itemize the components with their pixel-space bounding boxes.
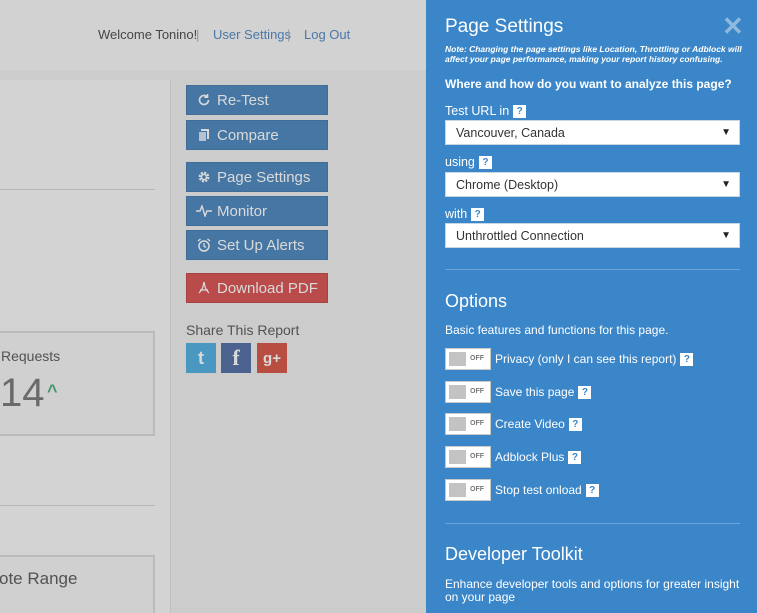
toggle-state: OFF	[470, 453, 484, 460]
adblock-toggle[interactable]: OFF	[445, 446, 491, 468]
save-page-toggle[interactable]: OFF	[445, 381, 491, 403]
browser-value: Chrome (Desktop)	[456, 177, 559, 192]
chevron-down-icon: ▼	[721, 127, 731, 138]
toggle-knob	[449, 483, 466, 497]
using-label: using?	[445, 155, 492, 170]
toggle-state: OFF	[470, 420, 484, 427]
stop-onload-toggle[interactable]: OFF	[445, 479, 491, 501]
connection-select[interactable]: Unthrottled Connection ▼	[445, 223, 740, 248]
option-adblock: OFF Adblock Plus?	[445, 446, 582, 468]
help-icon[interactable]: ?	[568, 417, 582, 431]
page-settings-panel: Page Settings ✕ Note: Changing the page …	[426, 0, 757, 613]
option-label: Save this page	[495, 385, 575, 399]
option-create-video: OFF Create Video?	[445, 413, 582, 435]
option-label: Stop test onload	[495, 483, 582, 497]
connection-value: Unthrottled Connection	[456, 228, 584, 243]
developer-toolkit-title: Developer Toolkit	[445, 544, 583, 564]
option-label: Adblock Plus	[495, 450, 565, 464]
option-save-page: OFF Save this page?	[445, 381, 592, 403]
options-title: Options	[445, 291, 508, 311]
options-subtitle: Basic features and functions for this pa…	[445, 323, 669, 337]
option-stop-onload: OFF Stop test onload?	[445, 479, 599, 501]
option-label: Privacy (only I can see this report)	[495, 352, 677, 366]
help-icon[interactable]: ?	[578, 385, 592, 399]
with-label-text: with	[445, 207, 468, 221]
chevron-down-icon: ▼	[721, 179, 731, 190]
help-icon[interactable]: ?	[513, 105, 527, 119]
close-icon[interactable]: ✕	[722, 11, 744, 42]
option-label: Create Video	[495, 417, 565, 431]
using-label-text: using	[445, 155, 475, 169]
divider	[445, 269, 740, 270]
help-icon[interactable]: ?	[478, 156, 492, 170]
toggle-state: OFF	[470, 388, 484, 395]
help-icon[interactable]: ?	[471, 208, 485, 222]
option-privacy: OFF Privacy (only I can see this report)…	[445, 348, 694, 370]
help-icon[interactable]: ?	[585, 483, 599, 497]
location-value: Vancouver, Canada	[456, 125, 565, 140]
toggle-knob	[449, 417, 466, 431]
help-icon[interactable]: ?	[680, 352, 694, 366]
test-url-label-text: Test URL in	[445, 104, 510, 118]
privacy-toggle[interactable]: OFF	[445, 348, 491, 370]
toggle-knob	[449, 385, 466, 399]
panel-title: Page Settings	[445, 16, 564, 37]
chevron-down-icon: ▼	[721, 230, 731, 241]
settings-question: Where and how do you want to analyze thi…	[445, 77, 732, 91]
divider	[445, 523, 740, 524]
settings-note: Note: Changing the page settings like Lo…	[445, 44, 742, 64]
browser-select[interactable]: Chrome (Desktop) ▼	[445, 172, 740, 197]
toggle-state: OFF	[470, 486, 484, 493]
toggle-knob	[449, 450, 466, 464]
test-url-label: Test URL in?	[445, 104, 527, 119]
create-video-toggle[interactable]: OFF	[445, 413, 491, 435]
developer-toolkit-subtitle: Enhance developer tools and options for …	[445, 577, 740, 604]
location-select[interactable]: Vancouver, Canada ▼	[445, 120, 740, 145]
toggle-knob	[449, 352, 466, 366]
with-label: with?	[445, 207, 485, 222]
toggle-state: OFF	[470, 355, 484, 362]
help-icon[interactable]: ?	[568, 450, 582, 464]
